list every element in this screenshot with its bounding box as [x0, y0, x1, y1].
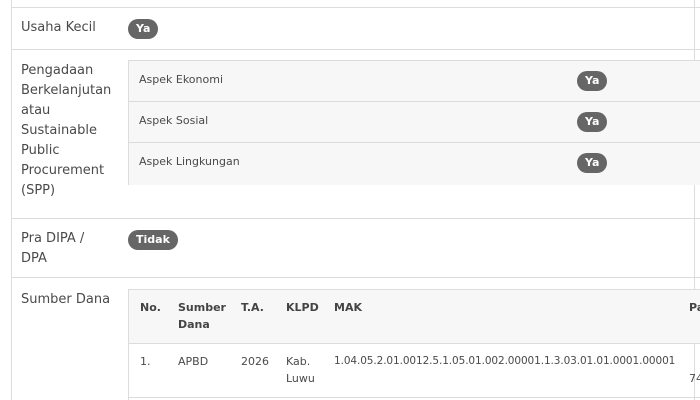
pra-dipa-label-line: Pra DIPA / — [21, 231, 85, 246]
row-divider — [11, 218, 700, 219]
col-header-klpd: KLPD — [286, 301, 319, 314]
col-header-sumber-dana: Sumber Dana — [178, 299, 226, 333]
col-header-mak: MAK — [334, 301, 362, 314]
spp-aspect-row: Aspek Lingkungan Ya — [129, 143, 700, 185]
pra-dipa-badge: Tidak — [128, 230, 178, 250]
spp-aspect-row: Aspek Ekonomi Ya — [129, 61, 700, 102]
cell-klpd: Kab. Luwu — [286, 353, 315, 387]
spp-label-line: Procurement — [21, 163, 105, 178]
cell-truncated: 74 — [689, 372, 700, 385]
row-divider — [11, 49, 700, 50]
cell-sumber-dana: APBD — [178, 355, 209, 368]
cell-klpd-line: Kab. — [286, 355, 311, 368]
cell-klpd-line: Luwu — [286, 372, 315, 385]
spp-aspects-table: Aspek Ekonomi Ya Aspek Sosial Ya Aspek L… — [128, 60, 700, 185]
col-header-sumber-dana-line: Dana — [178, 318, 210, 331]
col-header-no: No. — [140, 301, 161, 314]
aspect-sosial-label: Aspek Sosial — [139, 114, 209, 127]
detail-panel: Usaha Kecil Ya Pengadaan Berkelanjutan a… — [0, 0, 700, 400]
spp-label-line: Public — [21, 143, 60, 158]
row-divider — [11, 277, 700, 278]
cell-mak: 1.04.05.2.01.0012.5.1.05.01.002.00001.1.… — [334, 355, 676, 367]
pra-dipa-label: Pra DIPA / DPA — [21, 229, 84, 269]
col-header-ta: T.A. — [241, 301, 264, 314]
spp-aspect-row: Aspek Sosial Ya — [129, 102, 700, 143]
panel-left-border — [11, 0, 12, 400]
spp-label-line: Pengadaan — [21, 63, 94, 78]
spp-label-line: (SPP) — [21, 183, 56, 198]
aspect-lingkungan-label: Aspek Lingkungan — [139, 155, 240, 168]
pra-dipa-label-line: DPA — [21, 251, 47, 266]
aspect-ekonomi-badge: Ya — [577, 71, 608, 91]
cell-ta: 2026 — [241, 355, 269, 368]
col-header-sumber-dana-line: Sumber — [178, 301, 226, 314]
aspect-ekonomi-label: Aspek Ekonomi — [139, 73, 224, 86]
usaha-kecil-badge: Ya — [128, 19, 159, 39]
spp-label-line: atau — [21, 103, 51, 118]
sumber-dana-table-header: No. Sumber Dana T.A. KLPD MAK Pa — [129, 290, 700, 344]
row-divider — [11, 7, 700, 8]
table-row-divider — [129, 397, 700, 398]
sumber-dana-label: Sumber Dana — [21, 292, 111, 307]
aspect-sosial-badge: Ya — [577, 112, 608, 132]
spp-label: Pengadaan Berkelanjutan atau Sustainable… — [21, 61, 111, 201]
spp-label-line: Berkelanjutan — [21, 83, 112, 98]
spp-label-line: Sustainable — [21, 123, 98, 138]
usaha-kecil-label: Usaha Kecil — [21, 20, 96, 35]
col-header-truncated: Pa — [689, 301, 700, 314]
aspect-lingkungan-badge: Ya — [577, 153, 608, 173]
cell-no: 1. — [140, 355, 151, 368]
sumber-dana-table: No. Sumber Dana T.A. KLPD MAK Pa 1. APBD… — [128, 289, 700, 400]
